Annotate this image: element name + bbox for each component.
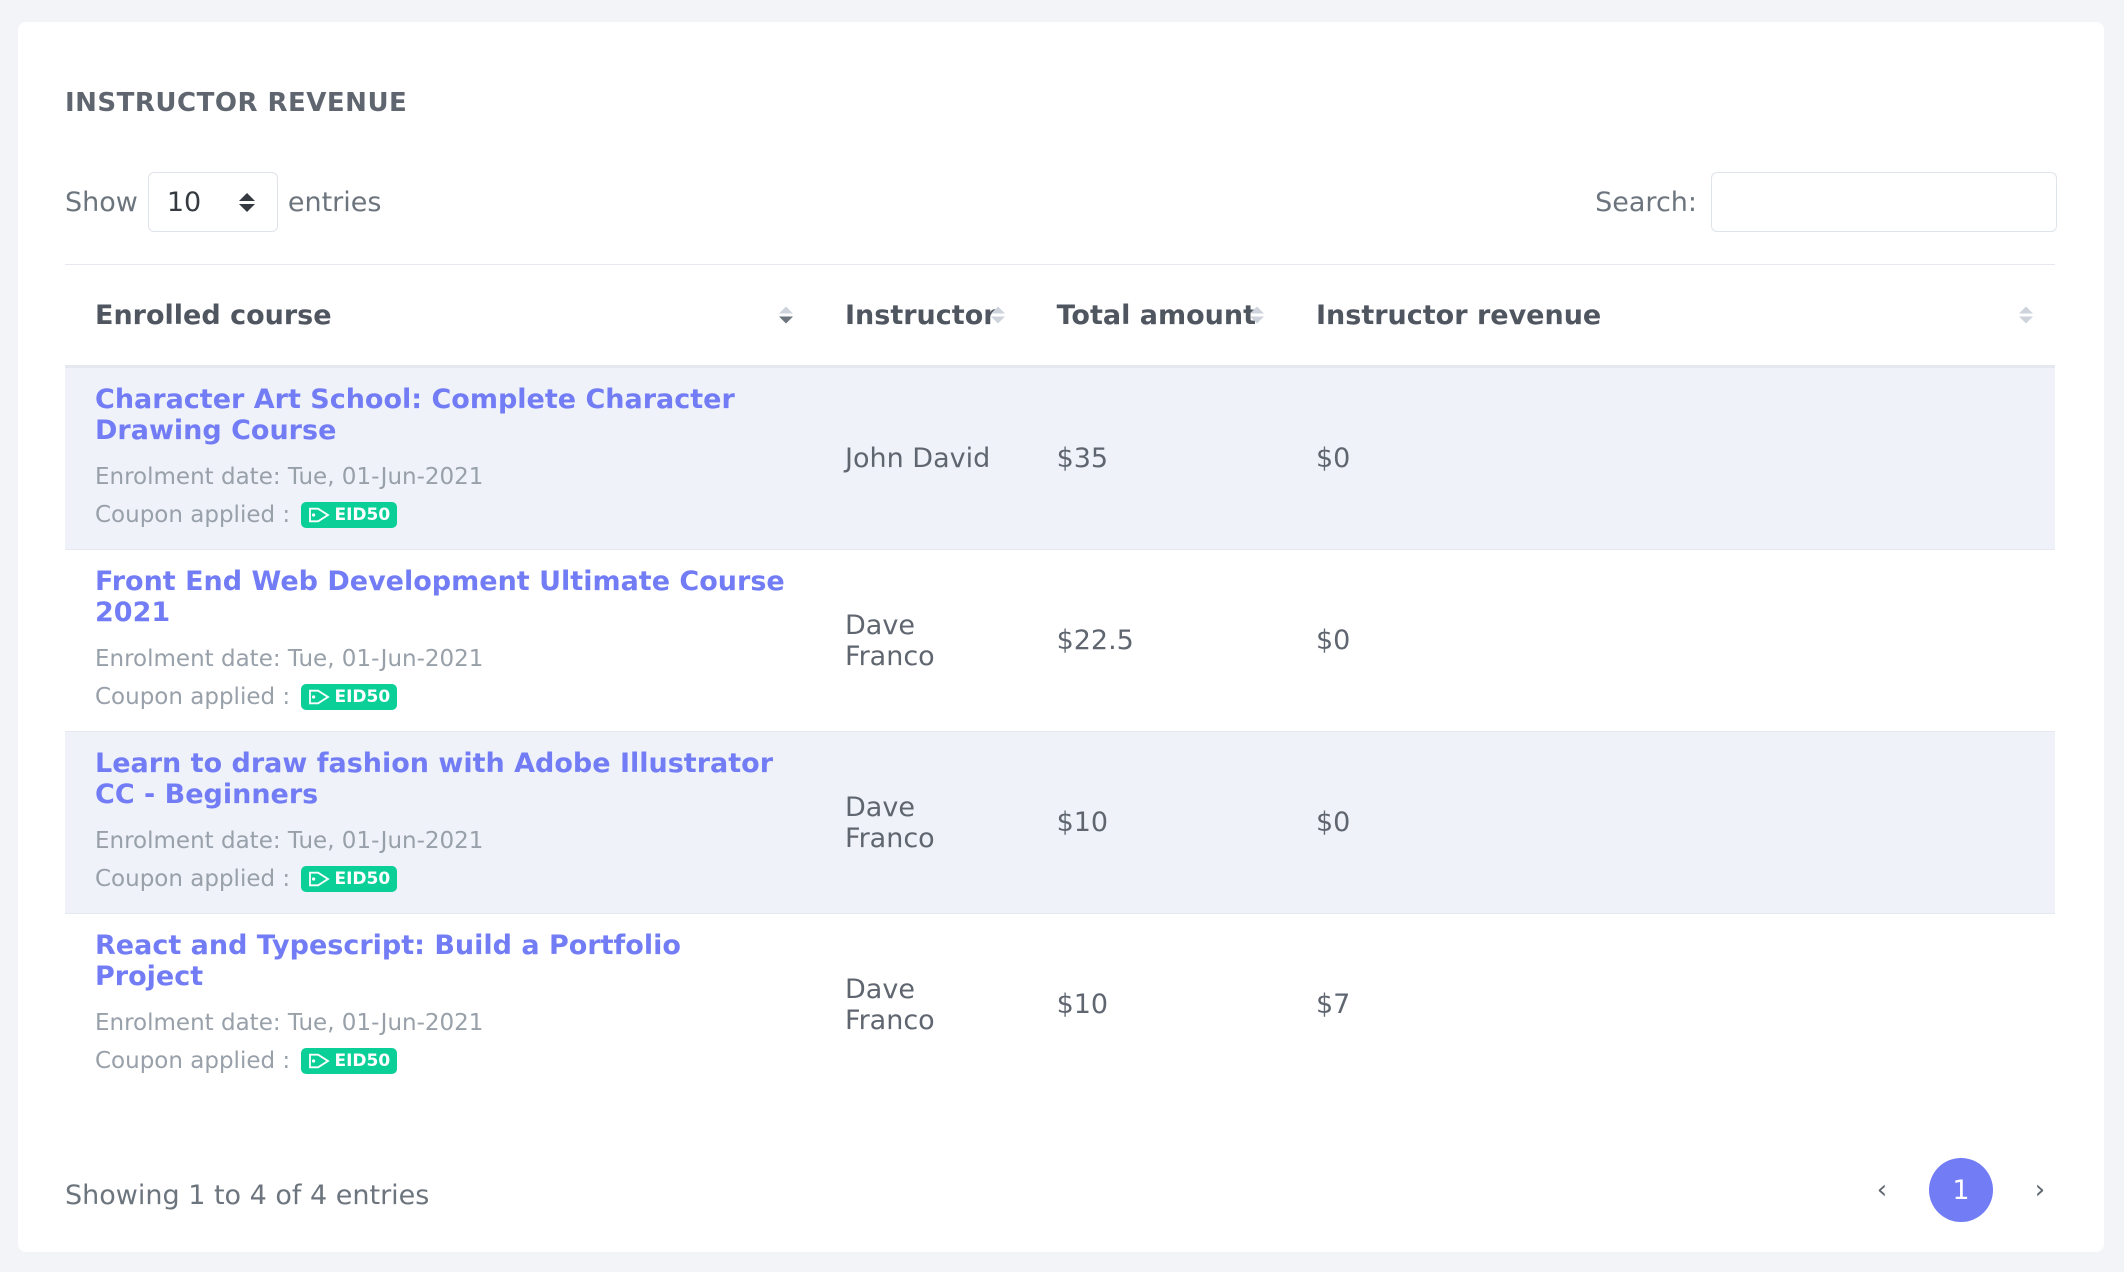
entries-select-value: 10	[166, 186, 202, 218]
coupon-label: Coupon applied :	[95, 501, 291, 528]
chevron-right-icon[interactable]: ›	[2023, 1173, 2057, 1207]
instructor-revenue-cell: $0	[1285, 366, 2055, 550]
course-cell: React and Typescript: Build a Portfolio …	[65, 914, 815, 1096]
page-button-current[interactable]: 1	[1929, 1158, 1993, 1222]
show-label: Show	[65, 186, 138, 218]
revenue-table: Enrolled course Instructor Total amount …	[65, 264, 2055, 1095]
instructor-cell: Dave Franco	[815, 549, 1027, 732]
total-amount-cell: $10	[1056, 989, 1109, 1020]
sort-icon	[779, 306, 793, 324]
search-label: Search:	[1595, 186, 1697, 218]
coupon-badge: EID50	[301, 502, 398, 528]
entries-length-control: Show 10 entries	[65, 172, 381, 232]
coupon-info: Coupon applied : EID50	[95, 496, 785, 534]
enrolment-date: Enrolment date: Tue, 01-Jun-2021	[95, 463, 484, 490]
coupon-code: EID50	[334, 1051, 391, 1071]
select-caret-icon	[238, 192, 255, 212]
coupon-info: Coupon applied : EID50	[95, 860, 785, 898]
coupon-badge: EID50	[301, 1048, 398, 1074]
entries-label: entries	[287, 186, 382, 218]
column-header-enrolled-course[interactable]: Enrolled course	[65, 264, 815, 368]
coupon-info: Coupon applied : EID50	[95, 1042, 785, 1080]
instructor-revenue-cell: $7	[1315, 989, 1351, 1020]
instructor-cell: Dave Franco	[815, 731, 1027, 914]
coupon-label: Coupon applied :	[95, 683, 291, 710]
course-link[interactable]: Learn to draw fashion with Adobe Illustr…	[95, 748, 785, 810]
coupon-code: EID50	[334, 687, 391, 707]
enrolment-date: Enrolment date: Tue, 01-Jun-2021	[95, 827, 484, 854]
table-row: Front End Web Development Ultimate Cours…	[65, 549, 2055, 732]
coupon-info: Coupon applied : EID50	[95, 678, 785, 716]
coupon-badge: EID50	[301, 866, 398, 892]
tag-icon	[309, 871, 331, 887]
sort-icon	[1249, 306, 1264, 324]
coupon-code: EID50	[334, 869, 391, 889]
coupon-label: Coupon applied :	[95, 865, 291, 892]
course-link[interactable]: Character Art School: Complete Character…	[95, 384, 785, 446]
tag-icon	[309, 1053, 331, 1069]
search-control: Search:	[1595, 172, 2057, 232]
course-link[interactable]: Front End Web Development Ultimate Cours…	[95, 566, 785, 628]
instructor-cell: John David	[815, 366, 1027, 550]
table-header-row: Enrolled course Instructor Total amount …	[65, 264, 2055, 368]
pagination: ‹ 1 ›	[1865, 1158, 2057, 1222]
course-cell: Front End Web Development Ultimate Cours…	[65, 549, 815, 732]
column-header-total-amount[interactable]: Total amount	[1026, 264, 1286, 368]
course-cell: Learn to draw fashion with Adobe Illustr…	[65, 731, 815, 914]
sort-icon	[2019, 306, 2033, 324]
chevron-left-icon[interactable]: ‹	[1865, 1173, 1899, 1207]
instructor-revenue-cell: $0	[1285, 731, 2055, 914]
tag-icon	[309, 507, 331, 523]
course-link[interactable]: React and Typescript: Build a Portfolio …	[95, 930, 785, 992]
total-amount-cell: $10	[1026, 731, 1286, 914]
search-input[interactable]	[1711, 172, 2057, 232]
column-header-instructor-revenue[interactable]: Instructor revenue	[1285, 264, 2055, 368]
coupon-code: EID50	[334, 505, 391, 525]
coupon-badge: EID50	[301, 684, 398, 710]
course-cell: Character Art School: Complete Character…	[65, 366, 815, 550]
table-row: Learn to draw fashion with Adobe Illustr…	[65, 731, 2055, 914]
total-amount-cell: $22.5	[1026, 549, 1286, 732]
entries-select[interactable]: 10	[147, 172, 278, 232]
total-amount-cell: $35	[1026, 366, 1286, 550]
card-title: INSTRUCTOR REVENUE	[65, 88, 408, 118]
coupon-label: Coupon applied :	[95, 1047, 291, 1074]
sort-icon	[990, 306, 1005, 324]
column-header-instructor[interactable]: Instructor	[815, 264, 1027, 368]
table-info: Showing 1 to 4 of 4 entries	[65, 1180, 430, 1211]
table-row: Character Art School: Complete Character…	[65, 366, 2055, 550]
tag-icon	[309, 689, 331, 705]
enrolment-date: Enrolment date: Tue, 01-Jun-2021	[95, 645, 484, 672]
instructor-cell: Dave Franco	[845, 973, 935, 1036]
enrolment-date: Enrolment date: Tue, 01-Jun-2021	[95, 1009, 484, 1036]
table-row: React and Typescript: Build a Portfolio …	[65, 914, 2055, 1096]
instructor-revenue-card: INSTRUCTOR REVENUE Show 10 entries Searc…	[18, 22, 2104, 1252]
instructor-revenue-cell: $0	[1285, 549, 2055, 732]
